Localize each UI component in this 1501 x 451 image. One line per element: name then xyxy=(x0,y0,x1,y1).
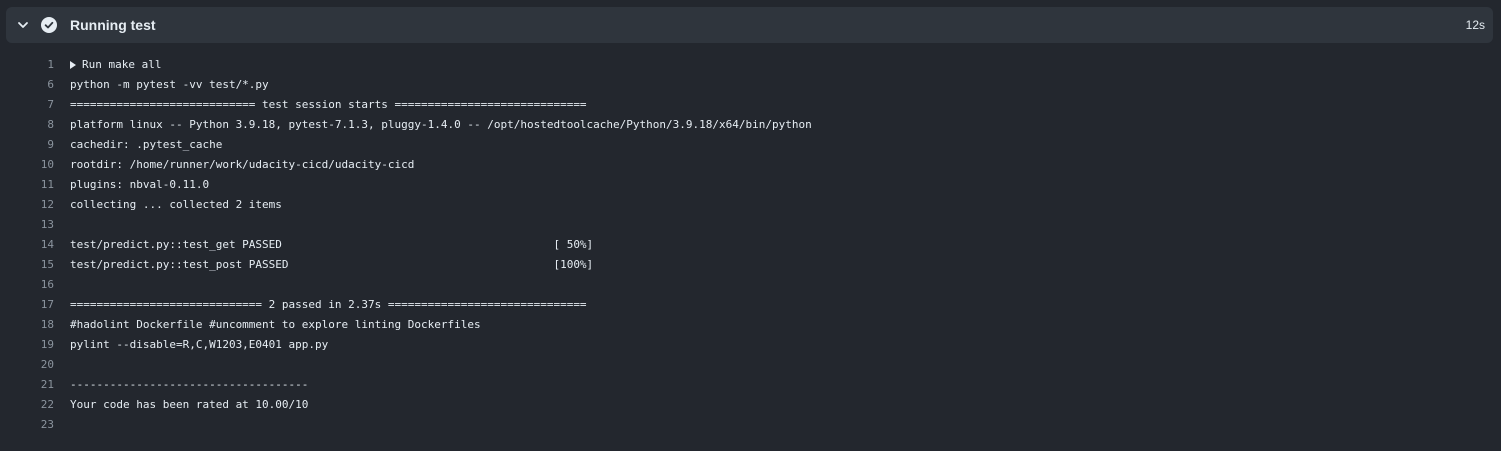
line-number[interactable]: 10 xyxy=(0,155,54,175)
line-number[interactable]: 15 xyxy=(0,255,54,275)
line-text: test/predict.py::test_get PASSED [ 50%] xyxy=(70,238,594,251)
line-text: ============================ test sessio… xyxy=(70,98,587,111)
line-text: python -m pytest -vv test/*.py xyxy=(70,78,269,91)
log-line: 20 xyxy=(0,355,1501,375)
log-line: 21 ------------------------------------ xyxy=(0,375,1501,395)
line-number[interactable]: 17 xyxy=(0,295,54,315)
group-label: Run make all xyxy=(82,58,162,71)
log-line: 19 pylint --disable=R,C,W1203,E0401 app.p… xyxy=(0,335,1501,355)
line-text: pylint --disable=R,C,W1203,E0401 app.py xyxy=(70,338,329,351)
check-circle-icon xyxy=(41,17,57,33)
log-line: 9 cachedir: .pytest_cache xyxy=(0,135,1501,155)
log-line: 11 plugins: nbval-0.11.0 xyxy=(0,175,1501,195)
log-line: 13 xyxy=(0,215,1501,235)
line-number[interactable]: 18 xyxy=(0,315,54,335)
log-line: 18 #hadolint Dockerfile #uncomment to exp… xyxy=(0,315,1501,335)
log-line: 15 test/predict.py::test_post PASSED [100… xyxy=(0,255,1501,275)
line-number[interactable]: 20 xyxy=(0,355,54,375)
line-text: test/predict.py::test_post PASSED [100%] xyxy=(70,258,594,271)
line-number[interactable]: 22 xyxy=(0,395,54,415)
line-number[interactable]: 1 xyxy=(0,55,54,75)
log-line: 10 rootdir: /home/runner/work/udacity-cic… xyxy=(0,155,1501,175)
line-text: ------------------------------------ xyxy=(70,378,309,391)
log-line: 6 python -m pytest -vv test/*.py xyxy=(0,75,1501,95)
line-text: ============================= 2 passed i… xyxy=(70,298,587,311)
step-duration: 12s xyxy=(1465,18,1485,32)
triangle-right-icon[interactable] xyxy=(70,61,76,69)
line-number[interactable]: 11 xyxy=(0,175,54,195)
line-number[interactable]: 23 xyxy=(0,415,54,435)
log-line: 17 ============================= 2 passed… xyxy=(0,295,1501,315)
line-text: rootdir: /home/runner/work/udacity-cicd/… xyxy=(70,158,415,171)
line-number[interactable]: 13 xyxy=(0,215,54,235)
line-number[interactable]: 12 xyxy=(0,195,54,215)
log-line: 7 ============================ test sessi… xyxy=(0,95,1501,115)
log-line: 12 collecting ... collected 2 items xyxy=(0,195,1501,215)
line-text: Run make all xyxy=(70,55,161,75)
log-line: 8 platform linux -- Python 3.9.18, pytest… xyxy=(0,115,1501,135)
line-text: Your code has been rated at 10.00/10 xyxy=(70,398,309,411)
line-number[interactable]: 7 xyxy=(0,95,54,115)
log-output: 1 Run make all 6 python -m pytest -vv test/… xyxy=(0,55,1501,435)
line-text: collecting ... collected 2 items xyxy=(70,198,282,211)
step-header[interactable]: Running test 12s xyxy=(6,7,1493,43)
line-text: cachedir: .pytest_cache xyxy=(70,138,223,151)
log-line: 23 xyxy=(0,415,1501,435)
line-number[interactable]: 16 xyxy=(0,275,54,295)
step-title: Running test xyxy=(70,17,156,33)
line-number[interactable]: 14 xyxy=(0,235,54,255)
line-number[interactable]: 8 xyxy=(0,115,54,135)
line-number[interactable]: 21 xyxy=(0,375,54,395)
chevron-down-icon[interactable] xyxy=(16,18,30,32)
line-number[interactable]: 19 xyxy=(0,335,54,355)
line-text: #hadolint Dockerfile #uncomment to explo… xyxy=(70,318,481,331)
log-line: 22 Your code has been rated at 10.00/10 xyxy=(0,395,1501,415)
line-text: plugins: nbval-0.11.0 xyxy=(70,178,210,191)
line-number[interactable]: 6 xyxy=(0,75,54,95)
log-group-line[interactable]: 1 Run make all xyxy=(0,55,1501,75)
line-number[interactable]: 9 xyxy=(0,135,54,155)
log-line: 16 xyxy=(0,275,1501,295)
line-text: platform linux -- Python 3.9.18, pytest-… xyxy=(70,118,812,131)
log-line: 14 test/predict.py::test_get PASSED [ 50%… xyxy=(0,235,1501,255)
